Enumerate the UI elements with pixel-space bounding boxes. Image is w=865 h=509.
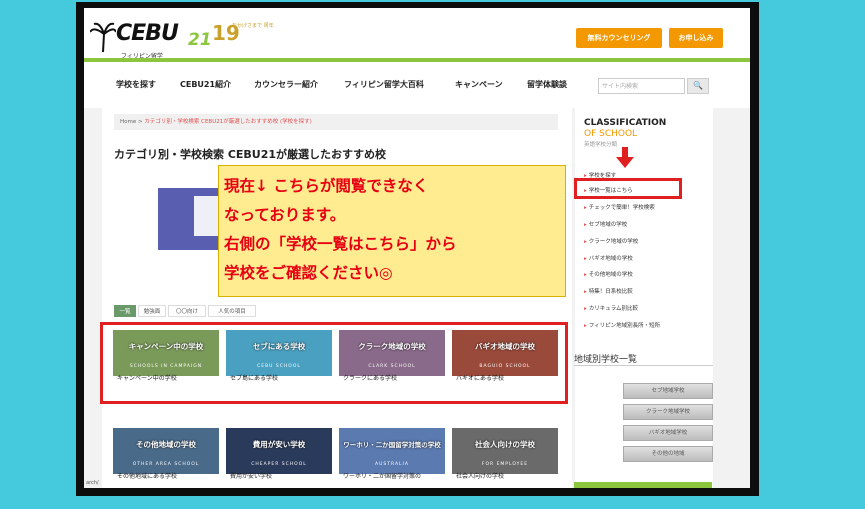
sidebar-item-curriculum[interactable]: ▸ カリキュラム別比較 (584, 304, 638, 312)
card-label: クラークにある学校 (343, 375, 398, 382)
search-button[interactable]: 🔍 (687, 78, 709, 94)
sidebar-item-other[interactable]: ▸ その他地域の学校 (584, 270, 633, 278)
breadcrumb-home[interactable]: Home (120, 119, 136, 125)
card-label: 社会人向けの学校 (456, 473, 505, 480)
sidebar-item-school-list[interactable]: ▸ 学校一覧はこちら (584, 186, 633, 194)
tab-list[interactable]: 一覧 (114, 305, 136, 317)
logo-brand[interactable]: CEBU (116, 21, 179, 46)
breadcrumb-current: カテゴリ別・学校検索 CEBU21が厳選したおすすめ校 (学校を探す) (144, 119, 312, 125)
notice-line-1: 現在↓ こちらが閲覧できなく (224, 177, 429, 195)
card-label: セブ島にある学校 (230, 375, 279, 382)
sidebar-item-check-search[interactable]: ▸ チェックで簡単！学校検索 (584, 203, 655, 211)
notice-line-3: 右側の「学校一覧はこちら」から (224, 235, 457, 253)
card-label: その他地域にある学校 (117, 473, 178, 480)
sidebar-item-regions[interactable]: ▸ フィリピン地域別長所・短所 (584, 321, 660, 329)
logo-number: 21 (188, 30, 212, 50)
page-title: カテゴリ別・学校検索 CEBU21が厳選したおすすめ校 (114, 148, 387, 161)
card-baguio[interactable]: バギオ地域の学校 BAGUIO SCHOOL バギオにある学校 (452, 330, 558, 386)
sidebar-footer-bar (574, 482, 712, 488)
free-counseling-button[interactable]: 無料カウンセリング (576, 28, 662, 48)
card-label: 費用が安い学校 (230, 473, 273, 480)
card-clark[interactable]: クラーク地域の学校 CLARK SCHOOL クラークにある学校 (339, 330, 445, 386)
notice-line-2: なっております。 (224, 206, 346, 224)
status-url: arch/ (84, 480, 101, 486)
search-input[interactable]: サイト内検索 (598, 78, 685, 94)
browser-page: CEBU 21 フィリピン留学 19 おかげさまで 周年 無料カウンセリング お… (84, 8, 750, 488)
card-employee[interactable]: 社会人向けの学校 FOR EMPLOYEE 社会人向けの学校 (452, 428, 558, 484)
nav-find-school[interactable]: 学校を探す (116, 79, 156, 90)
apply-button[interactable]: お申し込み (669, 28, 723, 48)
sidebar-heading-jp: 英語学校分類 (584, 142, 618, 148)
tab-study[interactable]: 勉強面 (138, 305, 166, 317)
sidebar-item-cebu[interactable]: ▸ セブ地域の学校 (584, 220, 627, 228)
card-working-holiday[interactable]: ワーホリ・二か国留学対策の学校 AUSTRALIA ワーホリ・二か国留学対策の (339, 428, 445, 484)
anniversary-sub: おかげさまで 周年 (232, 23, 274, 29)
region-button-baguio[interactable]: バギオ地域学校 (623, 425, 713, 441)
nav-counselors[interactable]: カウンセラー紹介 (254, 79, 318, 90)
card-label: バギオにある学校 (456, 375, 505, 382)
search-icon: 🔍 (693, 81, 703, 90)
nav-about[interactable]: CEBU21紹介 (180, 79, 231, 90)
tab-target[interactable]: 〇〇向け (168, 305, 206, 317)
arrow-down-icon (616, 147, 634, 168)
nav-experiences[interactable]: 留学体験談 (527, 79, 567, 90)
card-campaign[interactable]: キャンペーン中の学校 SCHOOLS IN CAMPAIGN キャンペーン中の学… (113, 330, 219, 386)
card-label: キャンペーン中の学校 (117, 375, 177, 382)
sidebar-item-baguio[interactable]: ▸ バギオ地域の学校 (584, 254, 633, 262)
sidebar-heading-sub: OF SCHOOL (584, 129, 638, 139)
breadcrumb: Home > カテゴリ別・学校検索 CEBU21が厳選したおすすめ校 (学校を探… (114, 114, 558, 130)
sidebar-item-clark[interactable]: ▸ クラーク地域の学校 (584, 237, 638, 245)
tab-popular[interactable]: 人気の項目 (208, 305, 256, 317)
region-button-cebu[interactable]: セブ地域学校 (623, 383, 713, 399)
card-other-area[interactable]: その他地域の学校 OTHER AREA SCHOOL その他地域にある学校 (113, 428, 219, 484)
nav-encyclopedia[interactable]: フィリピン留学大百科 (344, 79, 424, 90)
card-cheap[interactable]: 費用が安い学校 CHEAPER SCHOOL 費用が安い学校 (226, 428, 332, 484)
sidebar-heading: CLASSIFICATION (584, 118, 667, 128)
card-label: ワーホリ・二か国留学対策の (343, 473, 422, 480)
sidebar-item-japanese-compare[interactable]: ▸ 特集！日系校比較 (584, 287, 633, 295)
notice-line-4: 学校をご確認ください◎ (224, 264, 393, 282)
region-button-clark[interactable]: クラーク地域学校 (623, 404, 713, 420)
divider (574, 365, 713, 366)
region-section-title: 地域別学校一覧 (574, 355, 638, 365)
region-button-other[interactable]: その他の地域 (623, 446, 713, 462)
card-cebu[interactable]: セブにある学校 CEBU SCHOOL セブ島にある学校 (226, 330, 332, 386)
nav-campaign[interactable]: キャンペーン (455, 79, 503, 90)
palm-logo-icon (90, 22, 116, 52)
